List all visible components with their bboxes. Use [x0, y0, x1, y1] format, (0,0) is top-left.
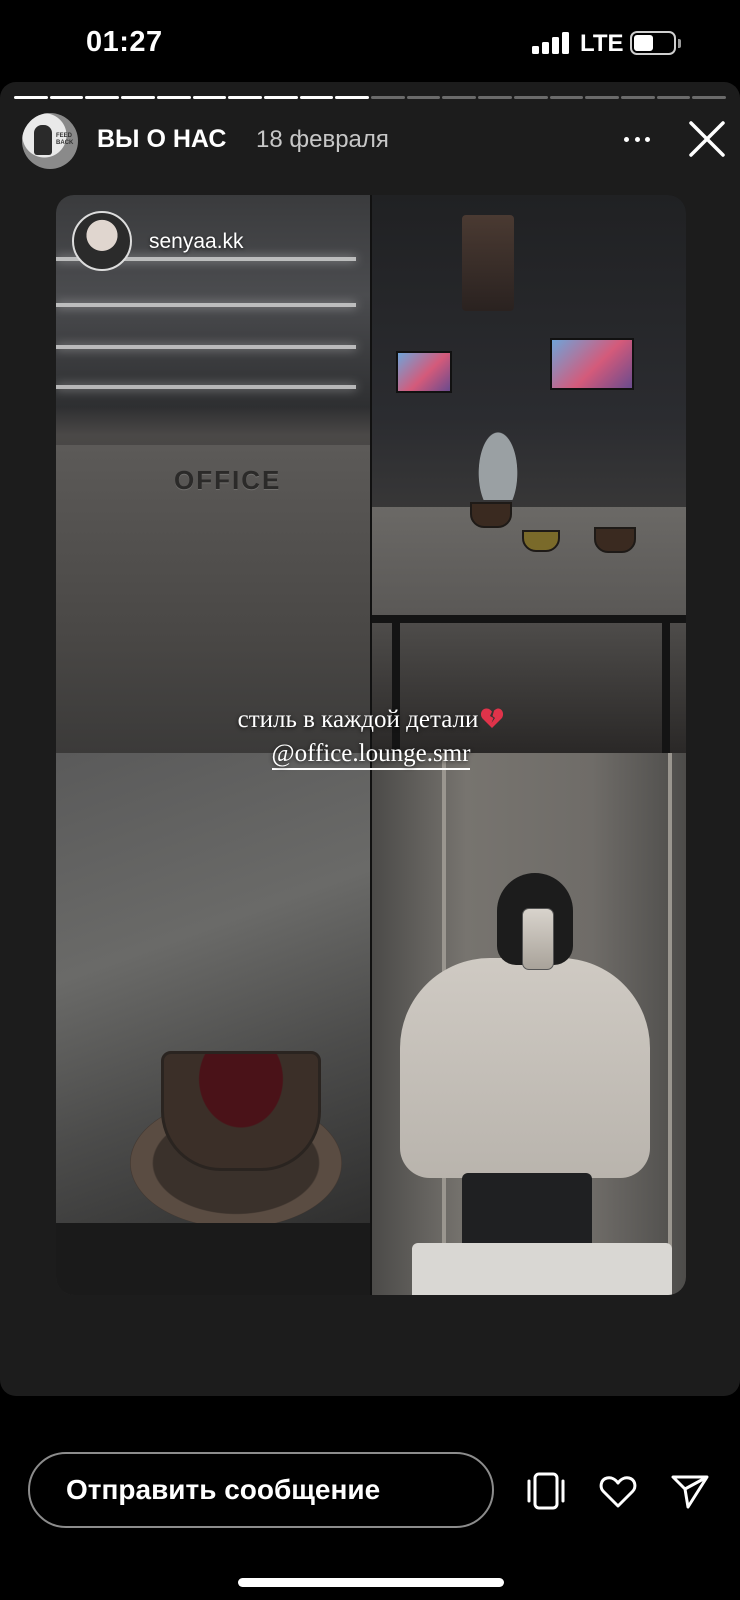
caption-link[interactable]: @office.lounge.smr — [271, 740, 471, 770]
battery-icon — [630, 31, 682, 57]
progress-segment — [371, 96, 405, 99]
home-indicator[interactable] — [238, 1578, 504, 1587]
reply-message-input[interactable]: Отправить сообщение — [28, 1452, 494, 1528]
progress-segment — [585, 96, 619, 99]
bar-sign: OFFICE — [174, 465, 282, 495]
story-collage[interactable]: OFFICE senyaa.kk стиль в каждой детали @… — [56, 195, 686, 1295]
story-card[interactable]: FEED BACK ВЫ О НАС 18 февраля OFFICE sen… — [0, 82, 740, 1396]
progress-segment — [228, 96, 262, 99]
mention-username[interactable]: senyaa.kk — [149, 230, 244, 254]
progress-segment — [656, 96, 691, 99]
story-date: 18 февраля — [256, 126, 389, 153]
photo-lounge-table — [372, 195, 686, 753]
progress-segment — [549, 96, 584, 99]
photo-tea-cup — [56, 753, 370, 1295]
progress-segment — [14, 96, 48, 99]
caption-link-row: @office.lounge.smr — [56, 740, 686, 770]
progress-segment — [335, 96, 370, 99]
network-type: LTE — [580, 30, 624, 57]
mention-avatar — [72, 211, 132, 271]
signal-bars-icon — [532, 32, 572, 54]
progress-segment — [692, 96, 727, 99]
progress-segment — [478, 96, 512, 99]
progress-segment — [49, 96, 84, 99]
story-progress-bar — [14, 96, 727, 99]
avatar-logo-text: FEED BACK — [56, 133, 74, 146]
close-icon[interactable] — [686, 118, 728, 160]
progress-segment — [442, 96, 477, 99]
progress-segment — [513, 96, 548, 99]
progress-segment — [620, 96, 655, 99]
heart-icon[interactable] — [596, 1469, 640, 1513]
progress-segment — [406, 96, 441, 99]
more-options-icon[interactable] — [620, 124, 654, 154]
status-bar: 01:27 LTE — [0, 0, 740, 82]
progress-segment — [85, 96, 120, 99]
story-title[interactable]: ВЫ О НАС — [97, 125, 226, 154]
photo-mirror-selfie — [372, 753, 686, 1295]
caption-text: стиль в каждой детали — [237, 706, 479, 733]
story-avatar[interactable]: FEED BACK — [22, 113, 78, 169]
send-icon[interactable] — [668, 1469, 712, 1513]
status-time: 01:27 — [86, 26, 163, 58]
progress-segment — [192, 96, 227, 99]
stickers-icon[interactable] — [524, 1469, 568, 1513]
photo-bar-counter: OFFICE senyaa.kk — [56, 195, 370, 753]
progress-segment — [121, 96, 155, 99]
progress-segment — [156, 96, 191, 99]
progress-segment — [263, 96, 298, 99]
progress-segment — [299, 96, 334, 99]
broken-heart-icon — [480, 707, 504, 729]
story-caption: стиль в каждой детали — [56, 706, 686, 734]
